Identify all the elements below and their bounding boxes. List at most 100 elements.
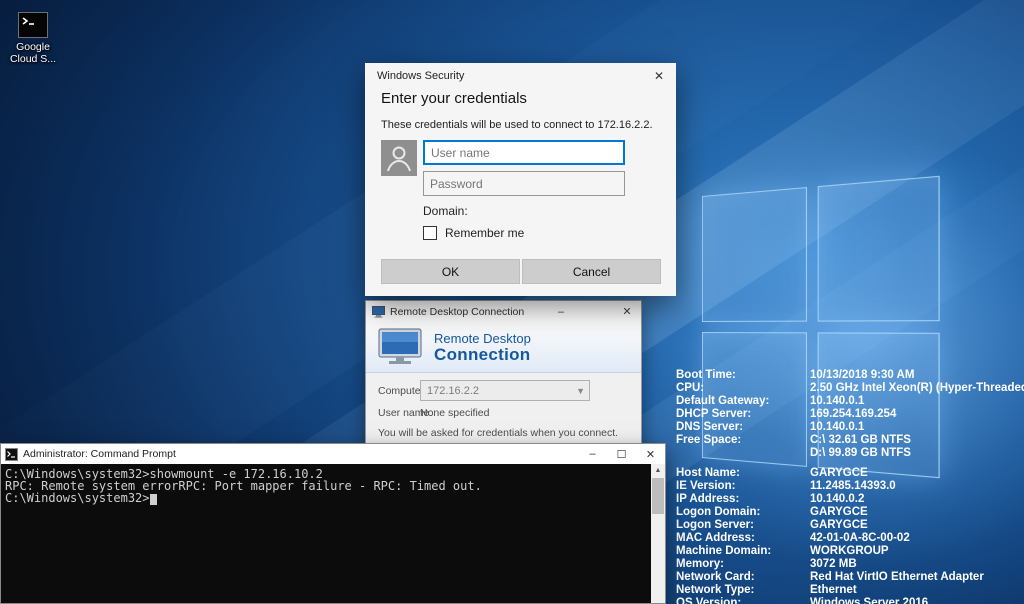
cmd-app-icon: [5, 447, 18, 461]
sysinfo-value: 11.2485.14393.0: [810, 480, 896, 492]
windows-logo-pane: [817, 175, 940, 322]
username-input[interactable]: [423, 140, 625, 165]
cancel-button[interactable]: Cancel: [522, 259, 661, 284]
close-button[interactable]: ✕: [636, 444, 665, 464]
sysinfo-row: OS Version: Windows Server 2016: [676, 597, 1022, 604]
sysinfo-label: Network Type:: [676, 584, 755, 596]
desktop-icon-google-cloud-sdk[interactable]: Google Cloud S...: [2, 12, 64, 65]
sysinfo-row: DNS Server: 10.140.0.1: [676, 421, 1022, 434]
sysinfo-row: Host Name: GARYGCE: [676, 467, 1022, 480]
sysinfo-row: DHCP Server: 169.254.169.254: [676, 408, 1022, 421]
computer-combobox[interactable]: 172.16.2.2 ▼: [420, 380, 590, 401]
console-cursor: [149, 494, 157, 505]
sysinfo-row: Logon Server: GARYGCE: [676, 519, 1022, 532]
scrollbar[interactable]: ▲: [651, 464, 665, 603]
sysinfo-value: 10.140.0.1: [810, 395, 865, 407]
sysinfo-label: CPU:: [676, 382, 705, 394]
sysinfo-row: Network Type: Ethernet: [676, 584, 1022, 597]
sysinfo-label: MAC Address:: [676, 532, 755, 544]
sysinfo-value: GARYGCE: [810, 506, 868, 518]
close-button[interactable]: ✕: [642, 63, 676, 89]
person-icon: [387, 146, 411, 172]
sysinfo-label: IP Address:: [676, 493, 740, 505]
rdp-brand: Remote Desktop Connection: [434, 330, 531, 364]
computer-combobox-value: 172.16.2.2: [427, 384, 479, 397]
sysinfo-value: GARYGCE: [810, 519, 868, 531]
sysinfo-value: 3072 MB: [810, 558, 857, 570]
rdp-brand-line1: Remote Desktop: [434, 330, 531, 346]
sysinfo-row: IP Address: 10.140.0.2: [676, 493, 1022, 506]
sysinfo-value: Ethernet: [810, 584, 857, 596]
sysinfo-row: Default Gateway: 10.140.0.1: [676, 395, 1022, 408]
maximize-button[interactable]: ☐: [607, 444, 636, 464]
console-output[interactable]: C:\Windows\system32>showmount -e 172.16.…: [1, 464, 651, 603]
sysinfo-value: 2.50 GHz Intel Xeon(R) (Hyper-Threaded): [810, 382, 1024, 394]
chevron-down-icon: ▼: [576, 385, 585, 396]
sysinfo-label: Host Name:: [676, 467, 740, 479]
sysinfo-row: Memory: 3072 MB: [676, 558, 1022, 571]
rdp-brand-line2: Connection: [434, 344, 531, 364]
sysinfo-row: Free Space: C:\ 32.61 GB NTFS: [676, 434, 1022, 447]
desktop-icon-label: Google Cloud S...: [9, 41, 57, 65]
credentials-subtext: These credentials will be used to connec…: [381, 119, 653, 131]
sysinfo-label: Logon Server:: [676, 519, 754, 531]
minimize-button[interactable]: –: [547, 301, 575, 322]
sysinfo-label: Logon Domain:: [676, 506, 761, 518]
remember-me-label: Remember me: [445, 226, 525, 240]
terminal-icon: [18, 12, 48, 38]
sysinfo-value: C:\ 32.61 GB NTFS: [810, 434, 911, 446]
ok-button[interactable]: OK: [381, 259, 520, 284]
sysinfo-row: IE Version: 11.2485.14393.0: [676, 480, 1022, 493]
remember-me-checkbox[interactable]: [423, 226, 437, 240]
domain-label: Domain:: [423, 204, 468, 218]
sysinfo-label: Free Space:: [676, 434, 742, 446]
system-info-overlay: Boot Time: 10/13/2018 9:30 AM CPU: 2.50 GHz…: [676, 369, 1024, 604]
sysinfo-label: Machine Domain:: [676, 545, 772, 557]
sysinfo-row: D:\ 99.89 GB NTFS: [676, 447, 1022, 460]
sysinfo-row: Logon Domain: GARYGCE: [676, 506, 1022, 519]
command-prompt-window: Administrator: Command Prompt – ☐ ✕ C:\W…: [0, 443, 666, 604]
sysinfo-value: 10/13/2018 9:30 AM: [810, 369, 915, 381]
rdp-window-title: Remote Desktop Connection: [390, 305, 525, 318]
sysinfo-row: Boot Time: 10/13/2018 9:30 AM: [676, 369, 1022, 382]
cmd-titlebar[interactable]: Administrator: Command Prompt – ☐ ✕: [1, 444, 665, 464]
credentials-heading: Enter your credentials: [381, 90, 527, 107]
rdp-logo-icon: [378, 328, 422, 364]
sysinfo-label: OS Version:: [676, 597, 742, 604]
sysinfo-label: Boot Time:: [676, 369, 736, 381]
username-value: None specified: [420, 407, 490, 419]
security-dialog-title: Windows Security: [377, 70, 465, 82]
security-dialog-titlebar[interactable]: Windows Security: [365, 63, 676, 89]
sysinfo-spacer: [676, 460, 1022, 467]
sysinfo-label: Memory:: [676, 558, 724, 570]
sysinfo-label: Default Gateway:: [676, 395, 770, 407]
scrollbar-thumb[interactable]: [652, 478, 664, 514]
minimize-button[interactable]: –: [578, 444, 607, 464]
scroll-up-icon[interactable]: ▲: [651, 464, 665, 477]
rdp-titlebar-gap: [575, 301, 613, 322]
rdp-titlebar[interactable]: Remote Desktop Connection – ✕: [366, 301, 641, 322]
sysinfo-value: Windows Server 2016: [810, 597, 929, 604]
password-input[interactable]: [423, 171, 625, 196]
sysinfo-value: WORKGROUP: [810, 545, 889, 557]
remember-me-row[interactable]: Remember me: [423, 226, 524, 240]
sysinfo-value: 169.254.169.254: [810, 408, 897, 420]
close-button[interactable]: ✕: [613, 301, 641, 322]
sysinfo-row: CPU: 2.50 GHz Intel Xeon(R) (Hyper-Thread…: [676, 382, 1024, 395]
rdp-app-icon: [372, 305, 385, 318]
cmd-window-title: Administrator: Command Prompt: [23, 448, 176, 460]
sysinfo-row: Machine Domain: WORKGROUP: [676, 545, 1022, 558]
user-avatar: [381, 140, 417, 176]
sysinfo-row: Network Card: Red Hat VirtIO Ethernet Ada…: [676, 571, 1022, 584]
sysinfo-label: DNS Server:: [676, 421, 744, 433]
sysinfo-value: GARYGCE: [810, 467, 868, 479]
console-line: C:\Windows\system32>: [5, 492, 647, 505]
desktop: Google Cloud S... Boot Time: 10/13/2018 9…: [0, 0, 1024, 604]
sysinfo-value: 10.140.0.2: [810, 493, 865, 505]
sysinfo-label: Network Card:: [676, 571, 755, 583]
sysinfo-value: Red Hat VirtIO Ethernet Adapter: [810, 571, 984, 583]
sysinfo-value: 10.140.0.1: [810, 421, 865, 433]
sysinfo-value: 42-01-0A-8C-00-02: [810, 532, 910, 544]
windows-security-dialog: Windows Security ✕ Enter your credential…: [365, 63, 676, 296]
rdp-banner: Remote Desktop Connection: [366, 322, 641, 373]
